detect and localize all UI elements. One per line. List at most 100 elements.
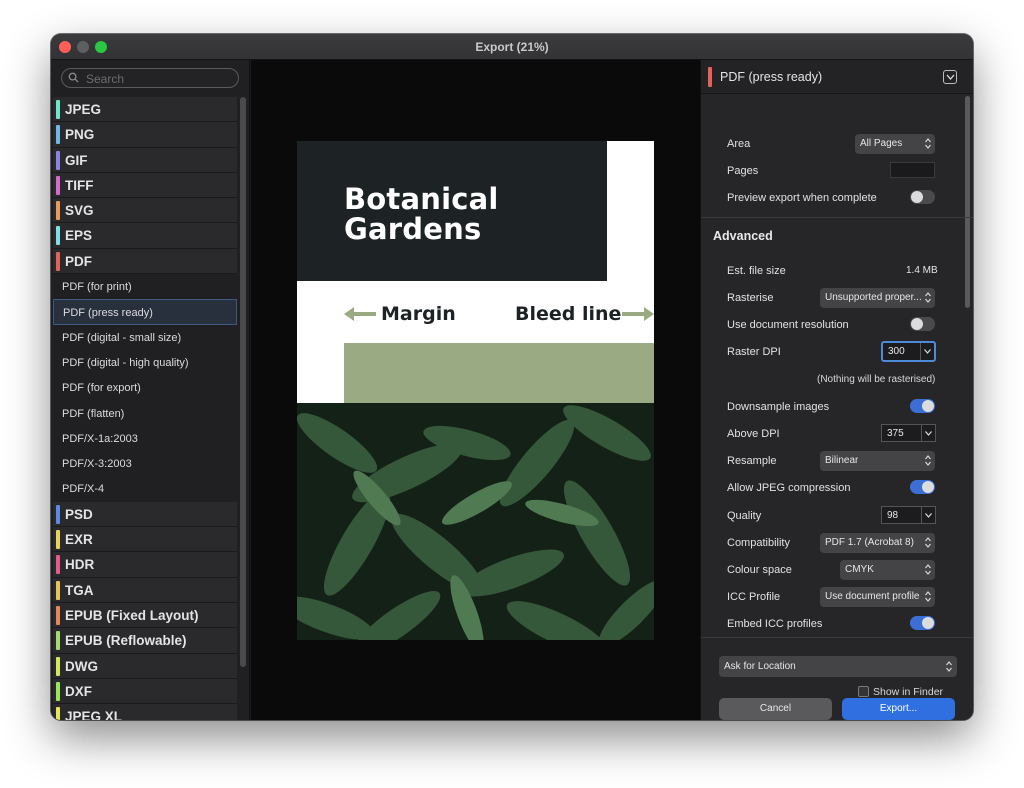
preset-item[interactable]: PDF (digital - high quality) bbox=[53, 350, 237, 375]
format-color-marker bbox=[56, 555, 60, 575]
format-item[interactable]: TGA bbox=[53, 577, 237, 603]
above-dpi-label: Above DPI bbox=[727, 428, 780, 440]
list-item-label: PDF (digital - small size) bbox=[62, 331, 182, 344]
show-in-finder-checkbox[interactable] bbox=[858, 686, 869, 697]
updown-icon bbox=[925, 292, 931, 303]
title-block: Botanical Gardens bbox=[297, 141, 607, 281]
quality-field[interactable]: 98 bbox=[881, 506, 936, 524]
format-item[interactable]: HDR bbox=[53, 552, 237, 578]
format-item[interactable]: TIFF bbox=[53, 172, 237, 199]
list-item-label: PDF (for print) bbox=[62, 281, 132, 294]
raster-dpi-field[interactable]: 300 bbox=[881, 341, 936, 362]
document-resolution-toggle[interactable] bbox=[910, 317, 935, 331]
resample-select[interactable]: Bilinear bbox=[820, 451, 935, 471]
preset-item[interactable]: PDF (digital - small size) bbox=[53, 325, 237, 350]
format-color-marker bbox=[56, 201, 60, 221]
updown-icon bbox=[925, 537, 931, 548]
raster-dpi-label: Raster DPI bbox=[727, 346, 781, 358]
quality-dropdown[interactable] bbox=[921, 507, 935, 523]
search-input[interactable] bbox=[86, 71, 234, 86]
pages-label: Pages bbox=[727, 165, 759, 177]
format-item[interactable]: SVG bbox=[53, 198, 237, 224]
format-item[interactable]: EPUB (Fixed Layout) bbox=[53, 602, 237, 629]
list-item-label: PDF/X-4 bbox=[62, 483, 105, 496]
compatibility-select[interactable]: PDF 1.7 (Acrobat 8) bbox=[820, 533, 935, 553]
embed-icc-toggle[interactable] bbox=[910, 616, 935, 630]
icc-profile-select[interactable]: Use document profile bbox=[820, 587, 935, 607]
format-item[interactable]: JPEG bbox=[53, 97, 237, 123]
collapse-button[interactable] bbox=[943, 70, 957, 84]
format-item[interactable]: PNG bbox=[53, 122, 237, 148]
preset-item[interactable]: PDF/X-4 bbox=[53, 476, 237, 501]
document-resolution-label: Use document resolution bbox=[727, 319, 849, 331]
window-title: Export (21%) bbox=[475, 40, 549, 54]
chevron-down-icon bbox=[925, 431, 932, 436]
format-item[interactable]: PSD bbox=[53, 501, 237, 528]
preview-export-label: Preview export when complete bbox=[727, 192, 877, 204]
preview-export-toggle[interactable] bbox=[910, 190, 935, 204]
title-bar: Export (21%) bbox=[51, 34, 973, 60]
rasterise-select[interactable]: Unsupported proper... bbox=[820, 288, 935, 308]
pages-field[interactable] bbox=[890, 162, 935, 178]
format-item[interactable]: GIF bbox=[53, 147, 237, 173]
list-item-label: EXR bbox=[65, 532, 93, 548]
list-item-label: JPEG bbox=[65, 102, 102, 117]
export-dialog: Export (21%) JPEG PNG GIF TIFF SVG EPS PDF PDF … bbox=[51, 34, 973, 720]
updown-icon bbox=[925, 138, 931, 149]
leaves-photo bbox=[297, 403, 654, 640]
preset-item[interactable]: PDF (for print) bbox=[53, 274, 237, 299]
margin-label: Margin bbox=[381, 303, 456, 325]
format-color-marker bbox=[56, 631, 60, 651]
list-item-label: PDF bbox=[65, 253, 92, 269]
jpeg-compression-toggle[interactable] bbox=[910, 480, 935, 494]
downsample-toggle[interactable] bbox=[910, 399, 935, 413]
list-item-label: PDF (flatten) bbox=[62, 407, 125, 420]
list-item-label: JPEG XL bbox=[65, 709, 123, 720]
format-color-marker bbox=[56, 150, 60, 170]
list-item-label: PDF/X-1a:2003 bbox=[62, 432, 138, 445]
format-item[interactable]: EPS bbox=[53, 223, 237, 249]
format-item[interactable]: EXR bbox=[53, 527, 237, 553]
downsample-label: Downsample images bbox=[727, 401, 830, 413]
panel-header: PDF (press ready) bbox=[701, 60, 973, 94]
panel-scrollbar[interactable] bbox=[965, 96, 970, 308]
list-item-label: TIFF bbox=[65, 177, 94, 193]
sidebar-scrollbar[interactable] bbox=[240, 97, 246, 667]
format-item[interactable]: EPUB (Reflowable) bbox=[53, 628, 237, 654]
list-item-label: PDF (digital - high quality) bbox=[62, 356, 189, 369]
format-color-marker bbox=[708, 67, 712, 87]
format-color-marker bbox=[56, 681, 60, 701]
preset-item[interactable]: PDF (for export) bbox=[53, 375, 237, 400]
format-item[interactable]: DWG bbox=[53, 653, 237, 679]
format-color-marker bbox=[56, 504, 60, 524]
list-item-label: SVG bbox=[65, 203, 94, 219]
above-dpi-field[interactable]: 375 bbox=[881, 424, 936, 442]
preset-item[interactable]: PDF/X-3:2003 bbox=[53, 451, 237, 476]
location-select[interactable]: Ask for Location bbox=[719, 656, 957, 677]
colour-space-select[interactable]: CMYK bbox=[840, 560, 935, 580]
raster-dpi-dropdown[interactable] bbox=[920, 343, 934, 360]
show-in-finder-label: Show in Finder bbox=[873, 686, 944, 698]
preset-item[interactable]: PDF/X-1a:2003 bbox=[53, 426, 237, 451]
list-item-label: EPS bbox=[65, 228, 93, 244]
format-item[interactable]: PDF bbox=[53, 248, 237, 275]
document-title: Botanical Gardens bbox=[344, 182, 499, 246]
raster-note: (Nothing will be rasterised) bbox=[817, 374, 936, 385]
preset-item[interactable]: PDF (flatten) bbox=[53, 401, 237, 426]
preset-item[interactable]: PDF (press ready) bbox=[53, 299, 237, 325]
list-item-label: EPUB (Fixed Layout) bbox=[65, 607, 199, 623]
embed-icc-label: Embed ICC profiles bbox=[727, 618, 823, 630]
list-item-label: DWG bbox=[65, 658, 98, 674]
format-color-marker bbox=[56, 580, 60, 600]
format-item[interactable]: JPEG XL bbox=[53, 704, 237, 720]
list-item-label: DXF bbox=[65, 683, 92, 699]
export-button[interactable]: Export... bbox=[842, 698, 955, 720]
above-dpi-dropdown[interactable] bbox=[921, 425, 935, 441]
list-item-label: PDF (for export) bbox=[62, 382, 141, 395]
search-box[interactable] bbox=[61, 68, 239, 88]
arrow-right-icon bbox=[622, 307, 654, 321]
cancel-button[interactable]: Cancel bbox=[719, 698, 832, 720]
format-item[interactable]: DXF bbox=[53, 678, 237, 705]
area-select[interactable]: All Pages bbox=[855, 134, 935, 154]
format-color-marker bbox=[56, 226, 60, 246]
